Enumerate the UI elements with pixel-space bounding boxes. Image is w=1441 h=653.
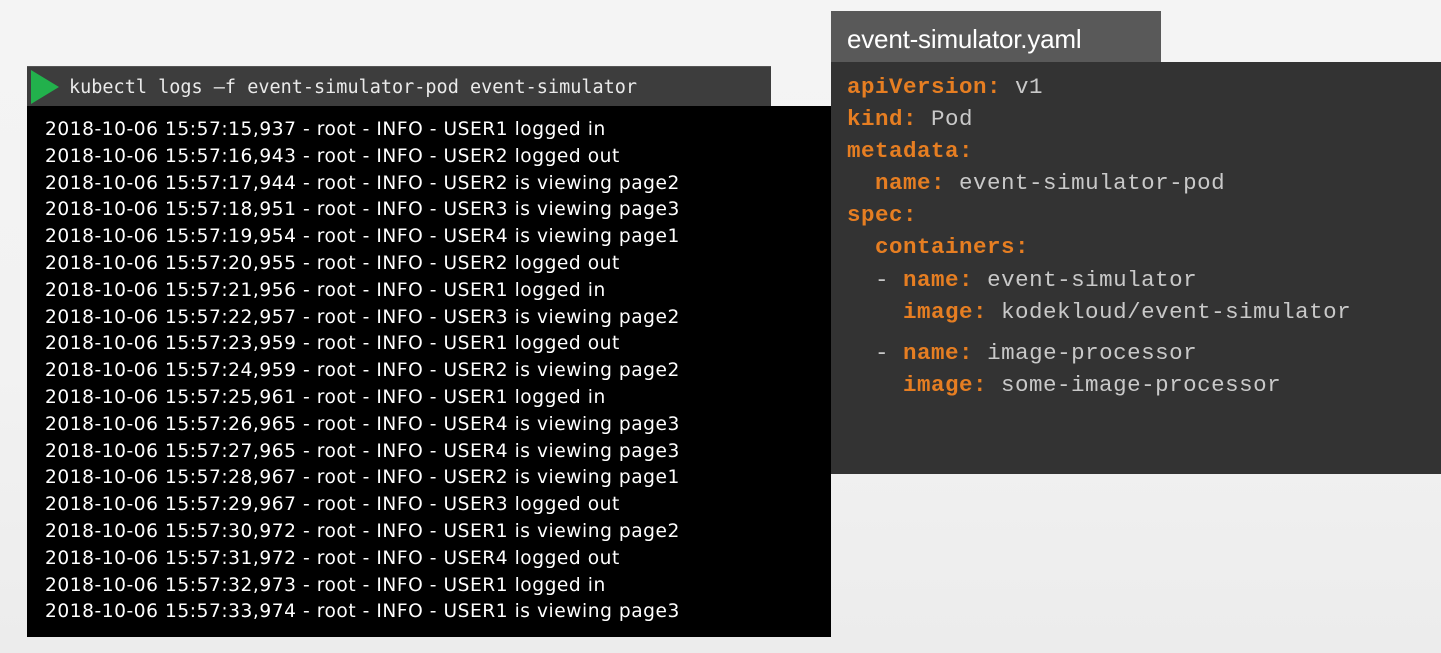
yaml-key: name: [903,340,974,366]
log-line: 2018-10-06 15:57:32,973 - root - INFO - … [45,574,606,596]
yaml-line-container-1-name: - name: event-simulator [847,264,1197,296]
yaml-line-metadata-name: name: event-simulator-pod [847,167,1225,199]
terminal-command-bar: kubectl logs –f event-simulator-pod even… [27,66,771,106]
yaml-key: metadata: [847,138,974,164]
yaml-key: kind: [847,106,918,132]
log-line: 2018-10-06 15:57:26,965 - root - INFO - … [45,413,680,435]
yaml-value: image-processor [987,340,1198,366]
yaml-editor[interactable]: apiVersion: v1 kind: Pod metadata: name:… [831,62,1441,474]
log-line: 2018-10-06 15:57:18,951 - root - INFO - … [45,199,680,221]
log-line: 2018-10-06 15:57:20,955 - root - INFO - … [45,252,620,274]
yaml-value: kodekloud/event-simulator [1001,299,1352,325]
yaml-value: v1 [1015,74,1044,100]
terminal-output[interactable]: 2018-10-06 15:57:15,937 - root - INFO - … [27,106,831,637]
log-line: 2018-10-06 15:57:15,937 - root - INFO - … [45,119,606,140]
yaml-line-kind: kind: Pod [847,103,973,135]
yaml-line-container-1-image: image: kodekloud/event-simulator [847,296,1351,328]
yaml-key: name: [903,267,974,293]
yaml-value: event-simulator [987,267,1198,293]
yaml-key: apiVersion: [847,74,1002,100]
yaml-key: spec: [847,202,918,228]
log-lines: 2018-10-06 15:57:15,937 - root - INFO - … [45,117,680,626]
log-line: 2018-10-06 15:57:17,944 - root - INFO - … [45,172,680,194]
yaml-key: name: [875,170,946,196]
yaml-file-tab[interactable]: event-simulator.yaml [831,11,1161,63]
yaml-filename: event-simulator.yaml [847,24,1082,54]
yaml-line-spec: spec: [847,199,917,231]
log-line: 2018-10-06 15:57:33,974 - root - INFO - … [45,601,680,623]
list-dash: - [875,340,890,366]
log-line: 2018-10-06 15:57:30,972 - root - INFO - … [45,520,680,542]
yaml-line-container-2-name: - name: image-processor [847,337,1197,369]
yaml-key: containers: [875,234,1030,260]
yaml-line-metadata: metadata: [847,135,973,167]
yaml-key: image: [903,372,988,398]
yaml-value: Pod [931,106,974,132]
log-line: 2018-10-06 15:57:25,961 - root - INFO - … [45,386,606,408]
yaml-line-apiversion: apiVersion: v1 [847,71,1043,103]
yaml-key: image: [903,299,988,325]
play-icon [31,70,59,104]
yaml-value: event-simulator-pod [959,170,1226,196]
log-line: 2018-10-06 15:57:16,943 - root - INFO - … [45,145,620,167]
log-line: 2018-10-06 15:57:24,959 - root - INFO - … [45,360,680,382]
log-line: 2018-10-06 15:57:31,972 - root - INFO - … [45,547,620,569]
terminal-command: kubectl logs –f event-simulator-pod even… [69,77,638,98]
list-dash: - [875,267,890,293]
log-line: 2018-10-06 15:57:22,957 - root - INFO - … [45,306,680,328]
log-line: 2018-10-06 15:57:28,967 - root - INFO - … [45,467,680,489]
yaml-line-container-2-image: image: some-image-processor [847,369,1281,401]
log-line: 2018-10-06 15:57:23,959 - root - INFO - … [45,333,620,355]
log-line: 2018-10-06 15:57:19,954 - root - INFO - … [45,226,680,248]
yaml-line-containers: containers: [847,231,1029,263]
yaml-value: some-image-processor [1001,372,1282,398]
log-line: 2018-10-06 15:57:21,956 - root - INFO - … [45,279,606,301]
log-line: 2018-10-06 15:57:27,965 - root - INFO - … [45,440,680,462]
log-line: 2018-10-06 15:57:29,967 - root - INFO - … [45,494,620,516]
